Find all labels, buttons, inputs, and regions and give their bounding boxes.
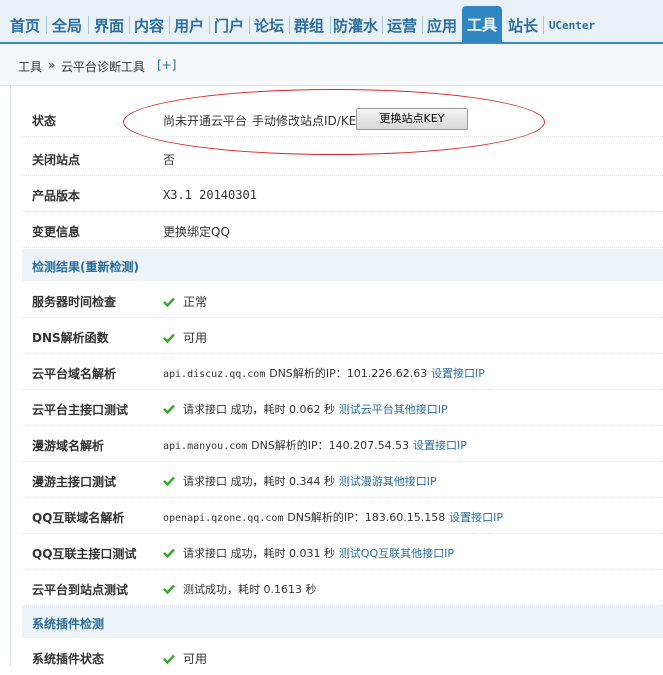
check-icon bbox=[163, 333, 175, 343]
tab-ucenter[interactable]: UCenter bbox=[545, 12, 599, 40]
check-row-manyou-dns: 漫游域名解析 api.manyou.com DNS解析的IP：140.207.5… bbox=[22, 426, 663, 462]
tab-portal[interactable]: 门户 bbox=[210, 12, 248, 40]
check-label: 云平台主接口测试 bbox=[32, 403, 129, 417]
plugin-status-row: 系统插件状态 可用 bbox=[22, 639, 663, 675]
check-value: 正常 bbox=[183, 295, 208, 309]
tab-webmaster[interactable]: 站长 bbox=[504, 12, 542, 40]
breadcrumb: 工具 » 云平台诊断工具 [+] bbox=[0, 44, 663, 86]
version-row: 产品版本 X3.1 20140301 bbox=[22, 176, 663, 212]
tab-interface[interactable]: 界面 bbox=[90, 12, 128, 40]
domain-text: api.manyou.com bbox=[163, 441, 248, 452]
nav-divider bbox=[543, 16, 544, 34]
change-site-key-button[interactable]: 更换站点KEY bbox=[356, 108, 468, 130]
close-site-value: 否 bbox=[163, 153, 176, 167]
tab-users[interactable]: 用户 bbox=[170, 12, 208, 40]
check-row-dns: DNS解析函数 可用 bbox=[22, 318, 663, 354]
left-border bbox=[10, 86, 11, 666]
check-label: QQ互联域名解析 bbox=[32, 511, 125, 525]
check-label: 云平台到站点测试 bbox=[32, 583, 129, 597]
rebind-qq-link[interactable]: 更换绑定QQ bbox=[163, 223, 230, 240]
dns-ip-text: DNS解析的IP：101.226.62.63 bbox=[269, 367, 428, 380]
status-row: 状态 尚未开通云平台 手动修改站点ID/KEY bbox=[22, 101, 663, 137]
close-site-row: 关闭站点 否 bbox=[22, 140, 663, 176]
version-label: 产品版本 bbox=[32, 189, 81, 203]
section-title-plugin-check: 系统插件检测 bbox=[32, 617, 105, 631]
tab-content[interactable]: 内容 bbox=[130, 12, 168, 40]
check-label: 云平台域名解析 bbox=[32, 367, 117, 381]
breadcrumb-separator: » bbox=[48, 58, 56, 72]
set-api-ip-link[interactable]: 设置接口IP bbox=[449, 511, 503, 524]
check-label: 漫游域名解析 bbox=[32, 439, 105, 453]
check-icon bbox=[163, 404, 175, 414]
check-label: 服务器时间检查 bbox=[32, 295, 117, 309]
check-row-manyou-api: 漫游主接口测试 请求接口 成功，耗时 0.344 秒 测试漫游其他接口IP bbox=[22, 462, 663, 498]
check-row-cloud-api: 云平台主接口测试 请求接口 成功，耗时 0.062 秒 测试云平台其他接口IP bbox=[22, 390, 663, 426]
check-value: 测试成功，耗时 0.1613 秒 bbox=[183, 583, 317, 596]
tab-group[interactable]: 群组 bbox=[290, 12, 328, 40]
check-label: 系统插件状态 bbox=[32, 652, 105, 666]
check-value: 请求接口 成功，耗时 0.344 秒 bbox=[183, 475, 335, 488]
check-icon bbox=[163, 654, 175, 664]
tab-tools[interactable]: 工具 bbox=[462, 6, 502, 42]
check-row-time: 服务器时间检查 正常 bbox=[22, 282, 663, 318]
check-row-qq-api: QQ互联主接口测试 请求接口 成功，耗时 0.031 秒 测试QQ互联其他接口I… bbox=[22, 534, 663, 570]
check-icon bbox=[163, 584, 175, 594]
tab-forum[interactable]: 论坛 bbox=[250, 12, 288, 40]
check-label: 漫游主接口测试 bbox=[32, 475, 117, 489]
check-icon bbox=[163, 297, 175, 307]
edit-site-id-link[interactable]: 手动修改站点ID/KEY bbox=[252, 112, 364, 129]
breadcrumb-root[interactable]: 工具 bbox=[18, 58, 42, 75]
expand-toggle[interactable]: [+] bbox=[157, 58, 176, 72]
test-other-api-link[interactable]: 测试云平台其他接口IP bbox=[339, 403, 448, 416]
check-value: 可用 bbox=[183, 652, 208, 666]
check-row-qq-dns: QQ互联域名解析 openapi.qzone.qq.com DNS解析的IP：1… bbox=[22, 498, 663, 534]
check-label: QQ互联主接口测试 bbox=[32, 547, 137, 561]
check-row-cloud-dns: 云平台域名解析 api.discuz.qq.com DNS解析的IP：101.2… bbox=[22, 354, 663, 390]
domain-text: api.discuz.qq.com bbox=[163, 369, 266, 380]
set-api-ip-link[interactable]: 设置接口IP bbox=[413, 439, 467, 452]
status-text: 尚未开通云平台 bbox=[163, 114, 248, 128]
breadcrumb-current: 云平台诊断工具 bbox=[61, 60, 146, 74]
change-info-row: 变更信息 更换绑定QQ bbox=[22, 212, 663, 248]
domain-text: openapi.qzone.qq.com bbox=[163, 513, 284, 524]
section-title-check-results[interactable]: 检测结果(重新检测) bbox=[32, 258, 139, 275]
dns-ip-text: DNS解析的IP：183.60.15.158 bbox=[287, 511, 446, 524]
tab-global[interactable]: 全局 bbox=[48, 12, 86, 40]
check-icon bbox=[163, 476, 175, 486]
tab-apps[interactable]: 应用 bbox=[423, 12, 461, 40]
check-row-cloud-site: 云平台到站点测试 测试成功，耗时 0.1613 秒 bbox=[22, 570, 663, 606]
nav-divider bbox=[88, 16, 89, 34]
status-label: 状态 bbox=[32, 114, 57, 128]
check-label: DNS解析函数 bbox=[32, 331, 109, 345]
test-other-api-link[interactable]: 测试漫游其他接口IP bbox=[339, 475, 437, 488]
version-value: X3.1 20140301 bbox=[163, 188, 257, 202]
change-info-label: 变更信息 bbox=[32, 225, 81, 239]
section-check-results: 检测结果(重新检测) bbox=[22, 249, 663, 281]
check-value: 请求接口 成功，耗时 0.062 秒 bbox=[183, 403, 335, 416]
dns-ip-text: DNS解析的IP：140.207.54.53 bbox=[251, 439, 410, 452]
section-plugin-check: 系统插件检测 bbox=[22, 606, 663, 638]
test-other-api-link[interactable]: 测试QQ互联其他接口IP bbox=[339, 547, 454, 560]
tab-anti-spam[interactable]: 防灌水 bbox=[331, 12, 380, 40]
check-icon bbox=[163, 548, 175, 558]
check-value: 请求接口 成功，耗时 0.031 秒 bbox=[183, 547, 335, 560]
tab-home[interactable]: 首页 bbox=[6, 12, 44, 40]
tab-operation[interactable]: 运营 bbox=[383, 12, 421, 40]
nav-divider bbox=[46, 16, 47, 34]
check-value: 可用 bbox=[183, 331, 208, 345]
set-api-ip-link[interactable]: 设置接口IP bbox=[431, 367, 485, 380]
close-site-label: 关闭站点 bbox=[32, 153, 81, 167]
top-nav: 首页 全局 界面 内容 用户 门户 论坛 群组 防灌水 运营 应用 工具 站长 … bbox=[0, 0, 663, 44]
